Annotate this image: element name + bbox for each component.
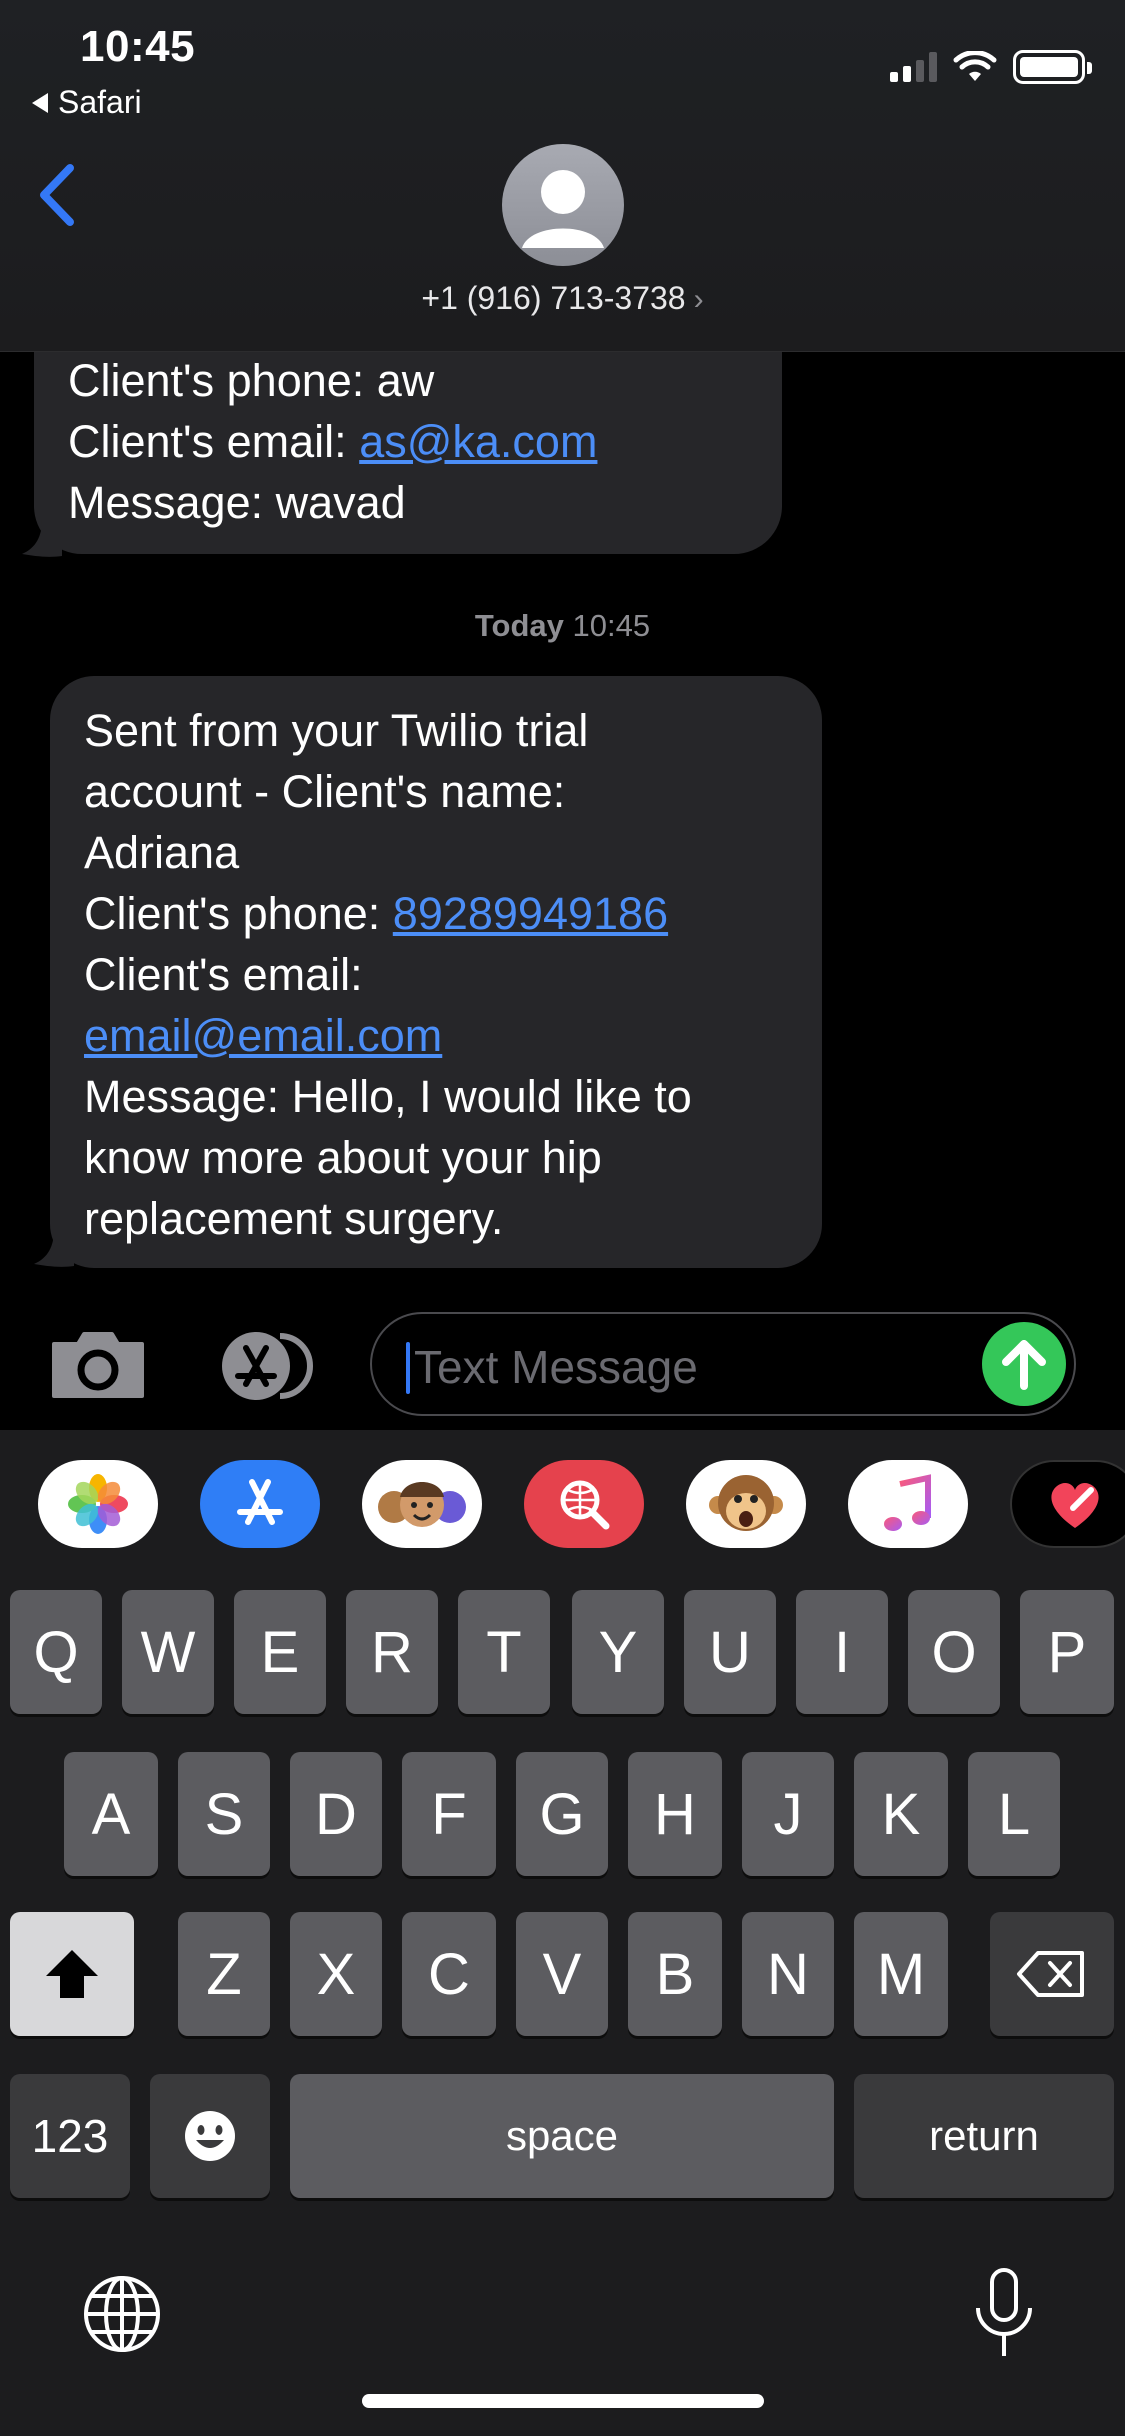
key-z[interactable]: Z xyxy=(178,1912,270,2036)
monkey-face-icon xyxy=(709,1475,783,1531)
key-b[interactable]: B xyxy=(628,1912,722,2036)
message-line: Adriana xyxy=(84,827,240,878)
contact-avatar[interactable] xyxy=(502,144,624,266)
status-icons xyxy=(890,50,1092,84)
message-line: Message: wavad xyxy=(68,477,406,528)
key-y[interactable]: Y xyxy=(572,1590,664,1714)
key-m[interactable]: M xyxy=(854,1912,948,2036)
message-line: Sent from your Twilio trial xyxy=(84,705,589,756)
key-g[interactable]: G xyxy=(516,1752,608,1876)
key-h[interactable]: H xyxy=(628,1752,722,1876)
key-f[interactable]: F xyxy=(402,1752,496,1876)
key-r[interactable]: R xyxy=(346,1590,438,1714)
key-w[interactable]: W xyxy=(122,1590,214,1714)
digital-touch-icon[interactable] xyxy=(1010,1460,1125,1548)
message-timestamp: Today 10:45 xyxy=(474,608,651,643)
back-to-safari[interactable]: Safari xyxy=(32,84,142,121)
battery-icon xyxy=(1013,50,1092,84)
conversation-header: 10:45 Safari +1 (916) 713-3738 › xyxy=(0,0,1125,352)
emoji-key[interactable] xyxy=(150,2074,270,2198)
heart-touch-icon xyxy=(1051,1483,1099,1528)
shift-key[interactable] xyxy=(10,1912,134,2036)
send-button[interactable] xyxy=(982,1322,1066,1406)
person-icon xyxy=(522,170,604,248)
back-triangle-icon xyxy=(32,92,48,113)
app-store-icon[interactable] xyxy=(210,1330,318,1402)
email-link[interactable]: as@ka.com xyxy=(359,416,597,467)
key-a[interactable]: A xyxy=(64,1752,158,1876)
app-store-a-icon xyxy=(237,1479,283,1525)
key-n[interactable]: N xyxy=(742,1912,834,2036)
phone-link[interactable]: 89289949186 xyxy=(393,888,668,939)
key-c[interactable]: C xyxy=(402,1912,496,2036)
text-caret xyxy=(406,1342,410,1394)
back-app-label: Safari xyxy=(58,84,142,120)
message-line: Client's email: as@ka.com xyxy=(68,416,598,467)
message-line: Client's email: xyxy=(84,949,363,1000)
microphone-icon[interactable] xyxy=(968,2266,1040,2362)
numbers-key[interactable]: 123 xyxy=(10,2074,130,2198)
image-search-icon[interactable] xyxy=(524,1460,644,1548)
contact-number[interactable]: +1 (916) 713-3738 › xyxy=(0,280,1125,317)
key-e[interactable]: E xyxy=(234,1590,326,1714)
photos-icon[interactable] xyxy=(38,1460,158,1548)
memoji-icon[interactable] xyxy=(362,1460,482,1548)
magnifier-globe-icon xyxy=(560,1480,610,1530)
delete-key[interactable] xyxy=(990,1912,1114,2036)
key-o[interactable]: O xyxy=(908,1590,1000,1714)
message-input[interactable]: Text Message xyxy=(370,1312,1076,1416)
message-line: email@email.com xyxy=(84,1005,788,1066)
bubble-tail xyxy=(34,1230,74,1267)
globe-icon[interactable] xyxy=(80,2272,164,2356)
animoji-monkey-icon[interactable] xyxy=(686,1460,806,1548)
key-j[interactable]: J xyxy=(742,1752,834,1876)
emoji-smiley-icon xyxy=(185,2111,235,2161)
message-line: account - Client's name: xyxy=(84,766,566,817)
cellular-signal-icon xyxy=(890,52,937,82)
photos-flower-icon xyxy=(68,1474,128,1534)
return-key[interactable]: return xyxy=(854,2074,1114,2198)
key-d[interactable]: D xyxy=(290,1752,382,1876)
contact-label: +1 (916) 713-3738 xyxy=(421,280,686,316)
key-t[interactable]: T xyxy=(458,1590,550,1714)
arrow-up-icon xyxy=(1002,1340,1046,1390)
chevron-right-icon: › xyxy=(693,283,704,316)
shift-arrow-icon xyxy=(46,1950,98,1998)
message-line: know more about your hip xyxy=(84,1132,602,1183)
music-icon[interactable] xyxy=(848,1460,968,1548)
backspace-icon xyxy=(1017,1951,1084,1997)
key-p[interactable]: P xyxy=(1020,1590,1114,1714)
bubble-tail xyxy=(22,520,62,557)
key-u[interactable]: U xyxy=(684,1590,776,1714)
app-store-icon[interactable] xyxy=(200,1460,320,1548)
message-line: Client's phone: aw xyxy=(68,355,435,406)
key-q[interactable]: Q xyxy=(10,1590,102,1714)
space-key[interactable]: space xyxy=(290,2074,834,2198)
music-note-icon xyxy=(884,1474,931,1531)
imessage-app-strip xyxy=(0,1430,1125,1560)
back-chevron-icon[interactable] xyxy=(32,160,82,230)
message-line: Message: Hello, I would like to xyxy=(84,1071,692,1122)
message-line: replacement surgery. xyxy=(84,1193,504,1244)
home-indicator[interactable] xyxy=(362,2394,764,2408)
message-line: Client's phone: 89289949186 xyxy=(84,888,669,939)
key-v[interactable]: V xyxy=(516,1912,608,2036)
wifi-icon xyxy=(953,51,997,81)
camera-icon[interactable] xyxy=(50,1330,146,1400)
memoji-faces-icon xyxy=(378,1482,466,1527)
key-x[interactable]: X xyxy=(290,1912,382,2036)
key-i[interactable]: I xyxy=(796,1590,888,1714)
message-placeholder: Text Message xyxy=(414,1341,698,1393)
key-s[interactable]: S xyxy=(178,1752,270,1876)
message-bubble[interactable]: Client's phone: aw Client's email: as@ka… xyxy=(34,330,782,554)
key-l[interactable]: L xyxy=(968,1752,1060,1876)
message-bubble[interactable]: Sent from your Twilio trial account - Cl… xyxy=(50,676,822,1268)
email-link[interactable]: email@email.com xyxy=(84,1010,442,1061)
status-time: 10:45 xyxy=(80,22,196,71)
key-k[interactable]: K xyxy=(854,1752,948,1876)
